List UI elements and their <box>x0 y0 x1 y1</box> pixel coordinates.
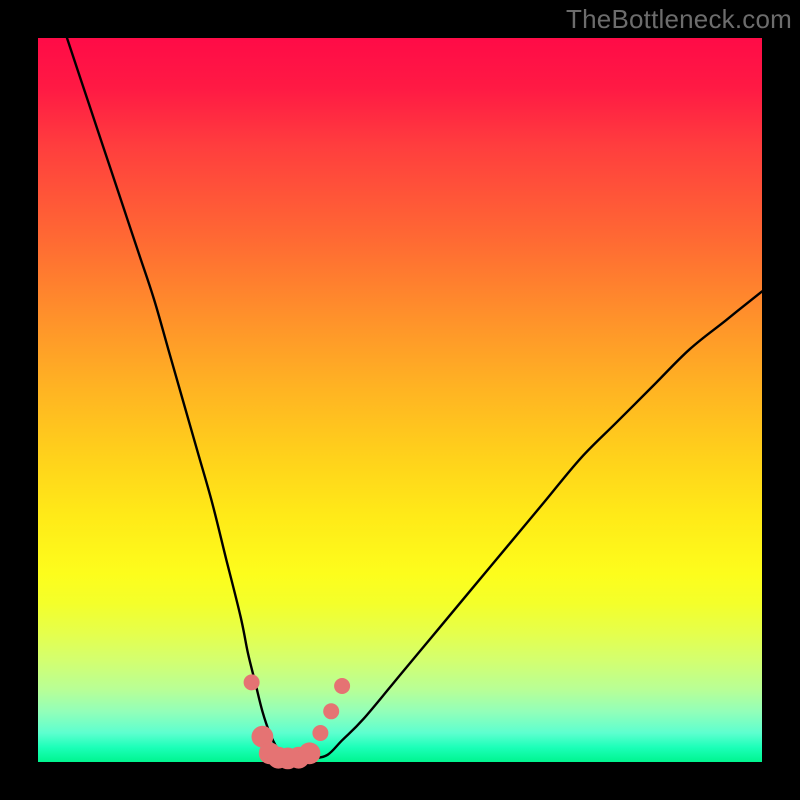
curve-marker <box>334 678 350 694</box>
chart-frame: TheBottleneck.com <box>0 0 800 800</box>
curve-marker <box>299 742 321 764</box>
bottleneck-curve <box>67 38 762 760</box>
plot-area <box>38 38 762 762</box>
curve-marker <box>244 674 260 690</box>
curve-markers <box>244 674 351 769</box>
curve-layer <box>38 38 762 762</box>
curve-marker <box>323 703 339 719</box>
curve-marker <box>312 725 328 741</box>
watermark-label: TheBottleneck.com <box>566 4 792 35</box>
